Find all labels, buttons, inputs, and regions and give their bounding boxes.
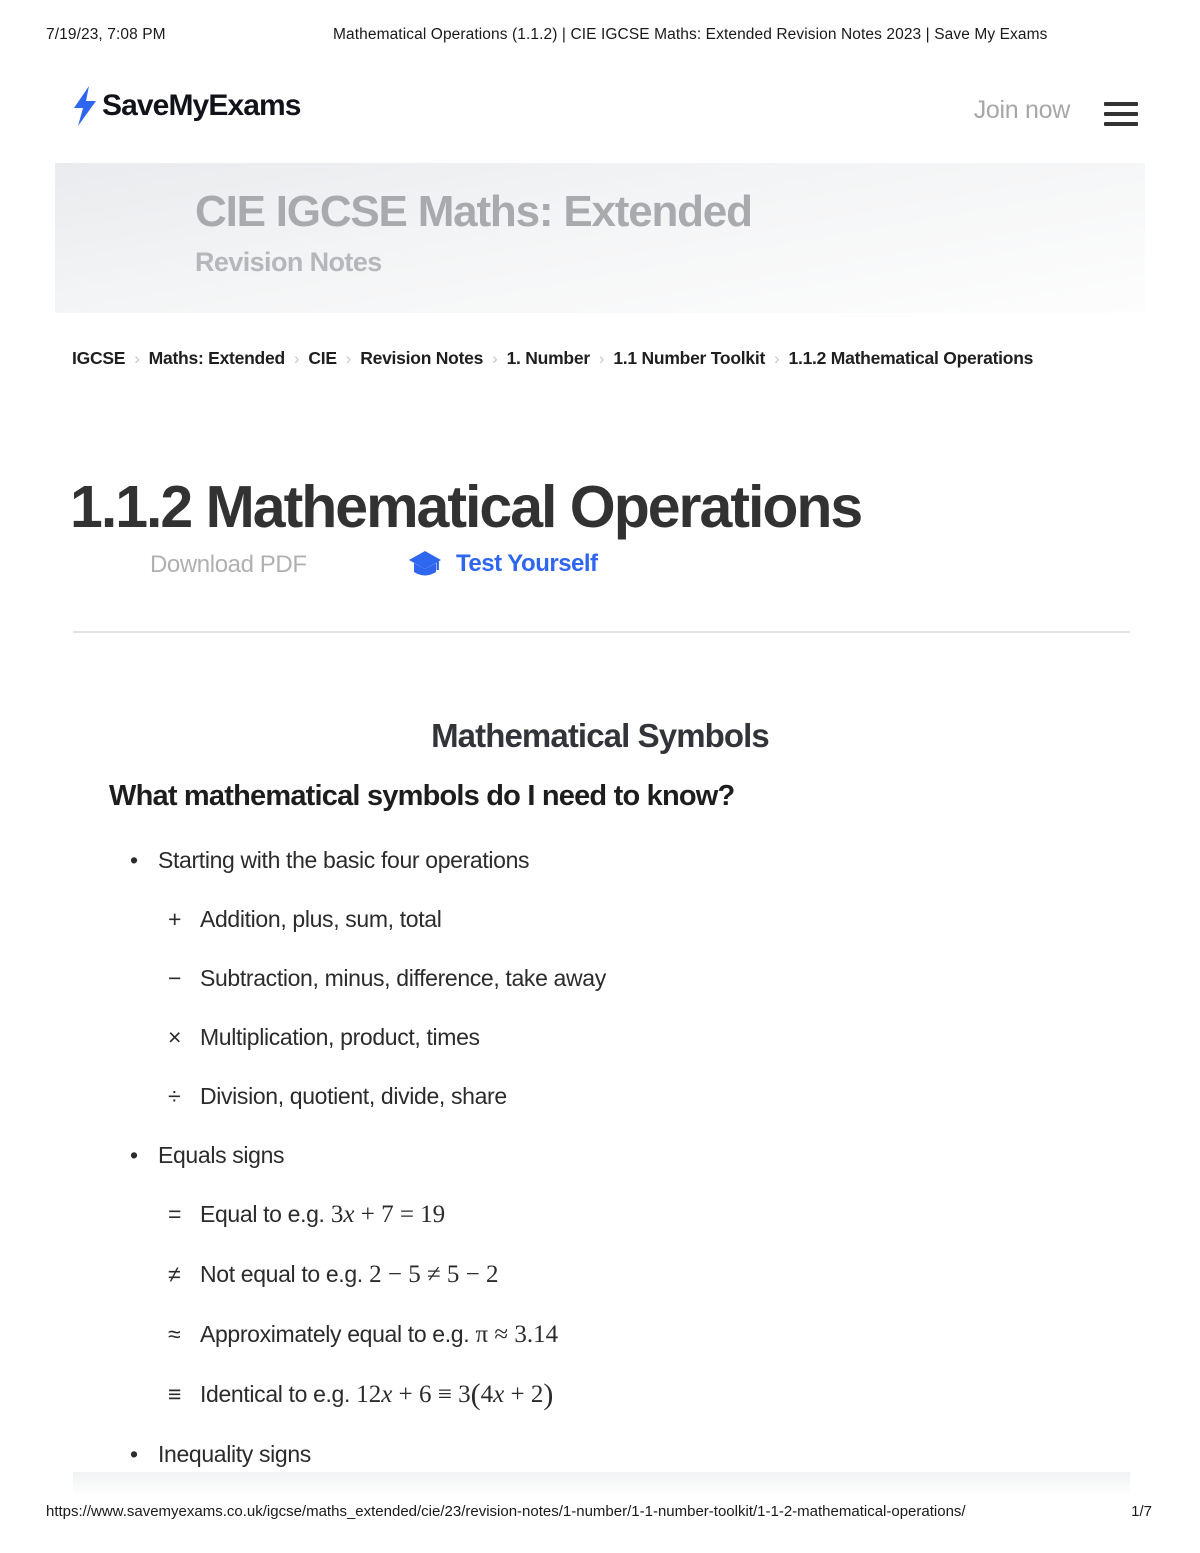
join-now-button[interactable]: Join now [974,96,1071,125]
operator-symbol: × [168,1024,182,1050]
sub-heading: What mathematical symbols do I need to k… [109,780,735,812]
breadcrumb-separator-icon: › [492,349,498,368]
math-expression: π ≈ 3.14 [469,1321,559,1348]
print-date: 7/19/23, 7:08 PM [46,26,166,43]
print-header: 7/19/23, 7:08 PM Mathematical Operations… [0,26,1200,46]
sub-list-item: − Subtraction, minus, difference, take aw… [0,963,1200,993]
footer-page-number: 1/7 [1131,1503,1152,1520]
list-item-label: Equals signs [158,1142,285,1168]
content-list: • Starting with the basic four operations… [0,845,1200,1498]
sub-list-item-label: Subtraction, minus, difference, take awa… [200,965,606,991]
hamburger-bar [1104,102,1138,106]
page-title: 1.1.2 Mathematical Operations [70,473,863,540]
section-heading: Mathematical Symbols [431,717,770,754]
bullet-icon: • [130,847,138,873]
breadcrumb-separator-icon: › [598,349,605,368]
operator-symbol: ≡ [168,1381,182,1407]
breadcrumb-separator-icon: › [774,349,780,368]
content-divider [73,631,1130,633]
breadcrumb-item[interactable]: Revision Notes [360,348,483,368]
breadcrumb-item[interactable]: IGCSE [72,348,125,368]
breadcrumb-item[interactable]: 1.1 Number Toolkit [613,348,765,368]
breadcrumb-item[interactable]: CIE [308,348,337,368]
course-banner-title: CIE IGCSE Maths: Extended [195,187,753,236]
sub-list-item-label: Approximately equal to e.g. [200,1321,470,1347]
operator-symbol: ≠ [168,1261,181,1287]
test-yourself-label: Test Yourself [456,550,598,577]
list-item-label: Starting with the basic four operations [158,847,530,873]
hamburger-bar [1104,112,1138,116]
print-document-title: Mathematical Operations (1.1.2) | CIE IG… [333,26,1048,43]
math-expression: 12x + 6 ≡ 3(4x + 2) [350,1378,554,1411]
download-pdf-button[interactable]: Download PDF [150,551,307,579]
site-logo[interactable]: SaveMyExams [72,86,301,126]
breadcrumb-separator-icon: › [293,349,300,368]
operator-symbol: ≈ [168,1321,181,1347]
breadcrumb: IGCSE › Maths: Extended › CIE › Revision Notes… [72,342,1092,375]
course-banner-subtitle: Revision Notes [195,247,382,277]
bullet-icon: • [130,1142,138,1168]
sub-list-item-label: Equal to e.g. [200,1201,325,1227]
breadcrumb-separator-icon: › [345,349,352,368]
operator-symbol: + [168,906,182,932]
list-item: • Inequality signs [0,1439,1200,1469]
hamburger-menu-icon[interactable] [1104,102,1138,126]
footer-url: https://www.savemyexams.co.uk/igcse/math… [46,1503,966,1520]
operator-symbol: ÷ [168,1083,181,1109]
site-logo-text: SaveMyExams [102,89,301,122]
breadcrumb-item[interactable]: 1.1.2 Mathematical Operations [788,348,1033,368]
breadcrumb-item[interactable]: Maths: Extended [149,348,286,368]
site-navigation-bar: SaveMyExams Join now [0,78,1200,150]
bullet-icon: • [130,1441,138,1467]
list-item: • Starting with the basic four operations [0,845,1200,875]
list-item-label: Inequality signs [158,1441,311,1467]
breadcrumb-item[interactable]: 1. Number [507,348,591,368]
sub-list-item-label: Multiplication, product, times [200,1024,480,1050]
sub-list-item: ÷ Division, quotient, divide, share [0,1081,1200,1111]
sub-list-item-label: Addition, plus, sum, total [200,906,442,932]
page-fade-strip [73,1472,1130,1496]
sub-list-item: ≈ Approximately equal to e.g. π ≈ 3.14 [0,1319,1200,1350]
sub-list-item: ≠ Not equal to e.g. 2 − 5 ≠ 5 − 2 [0,1259,1200,1290]
lightning-bolt-icon [74,86,96,126]
operator-symbol: = [168,1201,182,1227]
sub-list-item: = Equal to e.g. 3x + 7 = 19 [0,1199,1200,1230]
sub-list-item: ≡ Identical to e.g. 12x + 6 ≡ 3(4x + 2) [0,1379,1200,1410]
sub-list-item: + Addition, plus, sum, total [0,904,1200,934]
list-item: • Equals signs [0,1140,1200,1170]
test-yourself-button[interactable]: Test Yourself [408,549,598,579]
sub-list-item-label: Not equal to e.g. [200,1261,363,1287]
sub-list-item: × Multiplication, product, times [0,1022,1200,1052]
math-expression: 3x + 7 = 19 [324,1201,446,1228]
math-expression: 2 − 5 ≠ 5 − 2 [362,1261,499,1288]
sub-list-item-label: Division, quotient, divide, share [200,1083,507,1109]
hamburger-bar [1104,122,1138,126]
graduation-cap-icon [409,551,441,576]
course-banner: CIE IGCSE Maths: Extended Revision Notes [55,163,1145,313]
sub-list-item-label: Identical to e.g. [200,1381,351,1407]
operator-symbol: − [168,965,182,991]
breadcrumb-separator-icon: › [134,349,140,368]
